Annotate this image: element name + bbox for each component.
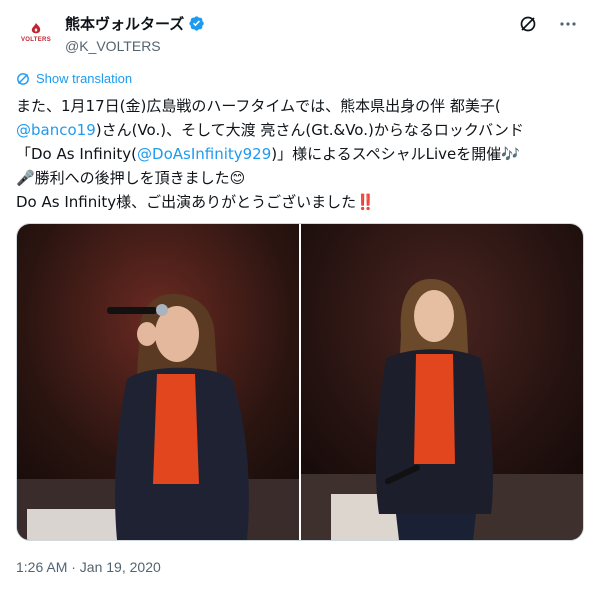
tweet-line-3: 「Do As Infinity(@DoAsInfinity929)」様によるスペ… [16,145,520,163]
account-names: 熊本ヴォルターズ @K_VOLTERS [65,13,205,54]
avatar[interactable]: VOLTERS [16,12,56,52]
tweet-line-1: また、1月17日(金)広島戦のハーフタイムでは、熊本県出身の伴 都美子( [16,97,501,115]
more-icon[interactable] [558,14,578,34]
volters-logo-icon [31,22,41,33]
translate-icon [17,72,29,85]
tweet-line-2: @banco19)さん(Vo.)、そして大渡 亮さん(Gt.&Vo.)からなるロ… [16,121,524,139]
show-translation-link[interactable]: Show translation [16,71,132,86]
tweet-line-5: Do As Infinity様、ご出演ありがとうございました‼️ [16,193,375,211]
tweet-line-4: 🎤勝利への後押しを頂きました😊 [16,169,246,187]
photo-2[interactable] [301,224,583,540]
grok-icon[interactable] [518,14,538,34]
show-translation-label: Show translation [36,71,133,86]
account-handle[interactable]: @K_VOLTERS [65,38,205,54]
tweet-timestamp[interactable]: 1:26 AM · Jan 19, 2020 [16,559,161,575]
media-grid [16,223,584,541]
display-name[interactable]: 熊本ヴォルターズ [65,13,184,34]
photo-1[interactable] [17,224,299,540]
tweet-card: VOLTERS 熊本ヴォルターズ @K_VOLTERS Show transla… [0,0,598,593]
avatar-brand: VOLTERS [21,36,51,43]
tweet-text: また、1月17日(金)広島戦のハーフタイムでは、熊本県出身の伴 都美子( @ba… [16,94,586,214]
mention-doasinfinity[interactable]: @DoAsInfinity929 [137,145,271,163]
tweet-top-actions [518,14,578,34]
verified-badge-icon [189,16,205,31]
mention-banco19[interactable]: @banco19 [16,121,96,139]
